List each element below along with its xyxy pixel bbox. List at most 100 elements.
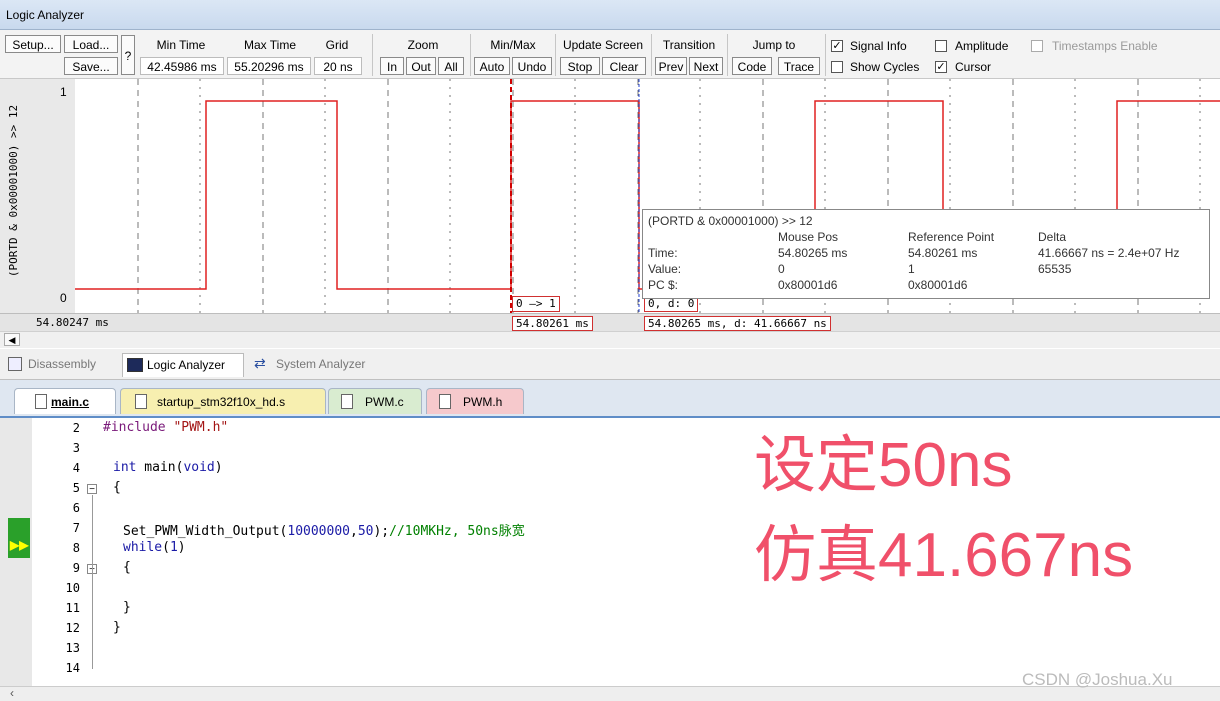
tab-logic-analyzer-label: Logic Analyzer	[147, 358, 226, 372]
y-low-label: 0	[60, 291, 67, 305]
tooltip-title: (PORTD & 0x00001000) >> 12	[648, 214, 813, 228]
code-line-main: int main(void)	[113, 460, 223, 475]
tooltip-header-delta: Delta	[1038, 230, 1067, 244]
transition-value-label: 0 —> 1	[512, 296, 560, 312]
min-time-label: Min Time	[156, 38, 206, 52]
zoom-all-button[interactable]: All	[438, 57, 464, 75]
tooltip-cell: 0x80001d6	[778, 278, 838, 292]
line-number: 9	[72, 561, 80, 575]
watermark: CSDN @Joshua.Xu	[1022, 670, 1173, 689]
tooltip-cell: 54.80265 ms	[778, 246, 848, 260]
save-button[interactable]: Save...	[64, 57, 118, 75]
next-button[interactable]: Next	[689, 57, 723, 75]
prev-button[interactable]: Prev	[655, 57, 687, 75]
max-time-value: 55.20296 ms	[227, 57, 311, 75]
line-number: 6	[72, 501, 80, 515]
code-line-while-open: {	[123, 560, 131, 575]
line-number: 14	[65, 661, 80, 675]
tab-disassembly-label: Disassembly	[28, 357, 97, 371]
y-high-label: 1	[60, 85, 67, 99]
code-line-include: #include "PWM.h"	[103, 420, 229, 435]
grid-label: Grid	[325, 38, 349, 52]
plot-horizontal-scrollbar[interactable]: ◀	[0, 331, 1220, 348]
code-line-while: while(1)	[123, 540, 186, 555]
line-number: 8	[72, 541, 80, 555]
tab-logic-analyzer[interactable]: Logic Analyzer	[122, 353, 244, 377]
tab-system-analyzer-label: System Analyzer	[276, 357, 366, 371]
zoom-in-button[interactable]: In	[380, 57, 404, 75]
file-icon	[341, 394, 353, 409]
grid-value: 20 ns	[314, 57, 362, 75]
amplitude-label: Amplitude	[955, 39, 1009, 53]
signal-name-container: (PORTD & 0x00001000) >> 12	[2, 79, 32, 313]
file-tab-startup[interactable]: startup_stm32f10x_hd.s	[120, 388, 326, 414]
load-button[interactable]: Load...	[64, 35, 118, 53]
line-number: 11	[65, 601, 80, 615]
file-icon	[439, 394, 451, 409]
cursor-time-label: 54.80261 ms	[512, 316, 593, 331]
max-time-label: Max Time	[243, 38, 296, 52]
zoom-out-button[interactable]: Out	[406, 57, 436, 75]
tooltip-row-label: Time:	[648, 246, 678, 260]
tooltip-cell: 1	[908, 262, 915, 276]
file-tab-label: main.c	[51, 395, 90, 409]
window-title: Logic Analyzer	[0, 0, 1220, 30]
show-cycles-checkbox[interactable]	[831, 61, 843, 73]
file-icon	[135, 394, 147, 409]
left-time-label: 54.80247 ms	[36, 316, 109, 329]
scroll-left-icon[interactable]: ‹	[10, 686, 14, 700]
file-tab-pwm-c[interactable]: PWM.c	[328, 388, 422, 414]
tooltip-cell: 41.66667 ns = 2.4e+07 Hz	[1038, 246, 1180, 260]
logic-analyzer-icon	[127, 358, 143, 372]
code-line-pwm-call: Set_PWM_Width_Output(10000000,50);//10MK…	[123, 524, 525, 539]
trace-button[interactable]: Trace	[778, 57, 820, 75]
line-number: 7	[72, 521, 80, 535]
amplitude-checkbox[interactable]	[935, 40, 947, 52]
view-tab-bar: Disassembly Logic Analyzer ⇄ System Anal…	[0, 349, 1220, 380]
line-number: 13	[65, 641, 80, 655]
undo-button[interactable]: Undo	[512, 57, 552, 75]
line-number: 12	[65, 621, 80, 635]
show-cycles-label: Show Cycles	[850, 60, 920, 74]
transition-label: Transition	[662, 38, 716, 52]
mouse-time-label: 54.80265 ms, d: 41.66667 ns	[644, 316, 831, 331]
file-tab-main-c[interactable]: main.c	[14, 388, 116, 414]
file-tab-pwm-h[interactable]: PWM.h	[426, 388, 524, 414]
current-line-arrow-icon: ▶▶	[10, 538, 29, 552]
code-line-while-close: }	[123, 600, 131, 615]
timestamps-checkbox[interactable]	[1031, 40, 1043, 52]
help-button[interactable]: ?	[121, 35, 135, 75]
file-tab-label: startup_stm32f10x_hd.s	[157, 395, 286, 409]
code-line-close-brace: }	[113, 620, 121, 635]
annotation-sim-value: 仿真41.667ns	[754, 521, 1134, 590]
auto-button[interactable]: Auto	[474, 57, 510, 75]
disassembly-icon	[8, 357, 22, 371]
signal-info-checkbox[interactable]: ✓	[831, 40, 843, 52]
file-tab-label: PWM.c	[365, 395, 404, 409]
line-number: 5	[72, 481, 80, 495]
tooltip-row-label: PC $:	[648, 278, 679, 292]
signal-info-label: Signal Info	[850, 39, 907, 53]
signal-label-area: (PORTD & 0x00001000) >> 12 1 0	[0, 79, 75, 313]
system-analyzer-icon: ⇄	[254, 355, 266, 371]
line-number: 10	[65, 581, 80, 595]
scroll-left-icon[interactable]: ◀	[4, 333, 20, 346]
clear-button[interactable]: Clear	[602, 57, 646, 75]
update-screen-label: Update Screen	[562, 38, 644, 52]
cursor-checkbox[interactable]: ✓	[935, 61, 947, 73]
setup-button[interactable]: Setup...	[5, 35, 61, 53]
code-line-open-brace: {	[113, 480, 121, 495]
line-number: 2	[72, 421, 80, 435]
fold-toggle-icon[interactable]: −	[87, 484, 97, 495]
line-number: 3	[72, 441, 80, 455]
stop-button[interactable]: Stop	[560, 57, 600, 75]
logic-analyzer-toolbar: Setup... Load... Save... ? Min Time 42.4…	[0, 30, 1220, 79]
tooltip-cell: 0x80001d6	[908, 278, 968, 292]
tooltip-cell: 65535	[1038, 262, 1072, 276]
time-axis-bar: 54.80247 ms 54.80261 ms 54.80265 ms, d: …	[0, 313, 1220, 332]
tooltip-row-label: Value:	[648, 262, 682, 276]
signal-name: (PORTD & 0x00001000) >> 12	[7, 104, 20, 278]
cursor-label: Cursor	[955, 60, 992, 74]
minmax-label: Min/Max	[490, 38, 536, 52]
code-button[interactable]: Code	[732, 57, 772, 75]
